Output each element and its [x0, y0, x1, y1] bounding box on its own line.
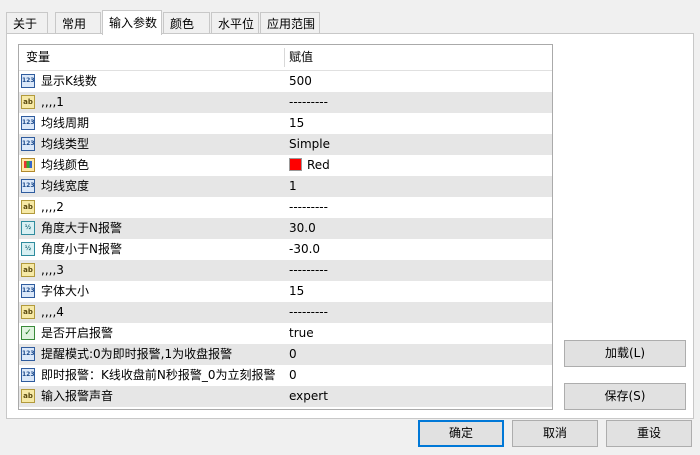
save-button[interactable]: 保存(S)	[564, 383, 686, 410]
param-row[interactable]: 123 字体大小 15	[19, 281, 552, 302]
grid-rows: 123 显示K线数 500 ab ,,,,1 --------- 123 均线周期 15 123 均…	[19, 71, 552, 407]
tab-input-params[interactable]: 输入参数	[102, 10, 162, 35]
param-name: 是否开启报警	[41, 326, 114, 340]
param-value[interactable]: 0	[289, 344, 297, 365]
tab-common[interactable]: 常用	[55, 12, 101, 34]
tab-bar: 关于 常用 输入参数 颜色 水平位 应用范围	[0, 10, 700, 35]
param-value[interactable]: 500	[289, 71, 312, 92]
param-value[interactable]: Red	[289, 155, 330, 176]
param-name: 均线宽度	[41, 179, 90, 193]
param-name: 字体大小	[41, 284, 90, 298]
param-row[interactable]: ½ 角度小于N报警 -30.0	[19, 239, 552, 260]
param-row[interactable]: ab ,,,,1 ---------	[19, 92, 552, 113]
integer-param-icon: 123	[21, 137, 35, 151]
column-divider[interactable]	[284, 48, 285, 67]
color-param-icon	[21, 158, 35, 172]
integer-param-icon: 123	[21, 116, 35, 130]
param-value[interactable]: 30.0	[289, 218, 316, 239]
param-row[interactable]: 均线颜色 Red	[19, 155, 552, 176]
param-name: 均线类型	[41, 137, 90, 151]
param-name: 即时报警：K线收盘前N秒报警_0为立刻报警	[41, 368, 276, 382]
column-header-value[interactable]: 赋值	[289, 45, 313, 70]
param-value[interactable]: ---------	[289, 92, 328, 113]
integer-param-icon: 123	[21, 368, 35, 382]
color-swatch	[289, 158, 302, 171]
load-button[interactable]: 加载(L)	[564, 340, 686, 367]
param-row[interactable]: 123 提醒模式:0为即时报警,1为收盘报警 0	[19, 344, 552, 365]
grid-header: 变量 赋值	[19, 45, 552, 71]
param-name: ,,,,1	[41, 95, 64, 109]
param-row[interactable]: ✓ 是否开启报警 true	[19, 323, 552, 344]
param-name: 角度小于N报警	[41, 242, 122, 256]
param-value[interactable]: Simple	[289, 134, 330, 155]
tab-visualization[interactable]: 应用范围	[260, 12, 320, 34]
param-value[interactable]: expert	[289, 386, 328, 407]
param-value-text: Red	[307, 158, 330, 172]
double-param-icon: ½	[21, 221, 35, 235]
param-row[interactable]: ab 输入报警声音 expert	[19, 386, 552, 407]
string-param-icon: ab	[21, 263, 35, 277]
column-header-variable[interactable]: 变量	[26, 45, 50, 70]
param-row[interactable]: 123 均线周期 15	[19, 113, 552, 134]
param-value[interactable]: ---------	[289, 302, 328, 323]
integer-param-icon: 123	[21, 74, 35, 88]
double-param-icon: ½	[21, 242, 35, 256]
tab-levels[interactable]: 水平位	[211, 12, 259, 34]
reset-button[interactable]: 重设	[606, 420, 692, 447]
string-param-icon: ab	[21, 389, 35, 403]
param-value[interactable]: ---------	[289, 197, 328, 218]
cancel-button[interactable]: 取消	[512, 420, 598, 447]
param-value[interactable]: -30.0	[289, 239, 320, 260]
param-row[interactable]: 123 即时报警：K线收盘前N秒报警_0为立刻报警 0	[19, 365, 552, 386]
param-name: 输入报警声音	[41, 389, 114, 403]
param-row[interactable]: ½ 角度大于N报警 30.0	[19, 218, 552, 239]
param-name: 角度大于N报警	[41, 221, 122, 235]
param-value[interactable]: true	[289, 323, 314, 344]
param-row[interactable]: ab ,,,,3 ---------	[19, 260, 552, 281]
string-param-icon: ab	[21, 95, 35, 109]
ok-button[interactable]: 确定	[418, 420, 504, 447]
integer-param-icon: 123	[21, 284, 35, 298]
param-row[interactable]: 123 均线类型 Simple	[19, 134, 552, 155]
param-name: 显示K线数	[41, 74, 97, 88]
param-value[interactable]: 1	[289, 176, 297, 197]
param-name: ,,,,2	[41, 200, 64, 214]
integer-param-icon: 123	[21, 347, 35, 361]
tab-colors[interactable]: 颜色	[163, 12, 210, 34]
param-name: 均线颜色	[41, 158, 90, 172]
tab-about[interactable]: 关于	[6, 12, 48, 34]
parameters-grid: 变量 赋值 123 显示K线数 500 ab ,,,,1 --------- 123 均线周期…	[18, 44, 553, 410]
string-param-icon: ab	[21, 305, 35, 319]
string-param-icon: ab	[21, 200, 35, 214]
integer-param-icon: 123	[21, 179, 35, 193]
param-row[interactable]: 123 显示K线数 500	[19, 71, 552, 92]
param-name: ,,,,3	[41, 263, 64, 277]
param-name: 均线周期	[41, 116, 90, 130]
param-value[interactable]: 0	[289, 365, 297, 386]
bool-param-icon: ✓	[21, 326, 35, 340]
param-name: 提醒模式:0为即时报警,1为收盘报警	[41, 347, 233, 361]
param-row[interactable]: ab ,,,,2 ---------	[19, 197, 552, 218]
param-row[interactable]: 123 均线宽度 1	[19, 176, 552, 197]
param-name: ,,,,4	[41, 305, 64, 319]
param-value[interactable]: ---------	[289, 260, 328, 281]
param-value[interactable]: 15	[289, 281, 304, 302]
param-row[interactable]: ab ,,,,4 ---------	[19, 302, 552, 323]
param-value[interactable]: 15	[289, 113, 304, 134]
